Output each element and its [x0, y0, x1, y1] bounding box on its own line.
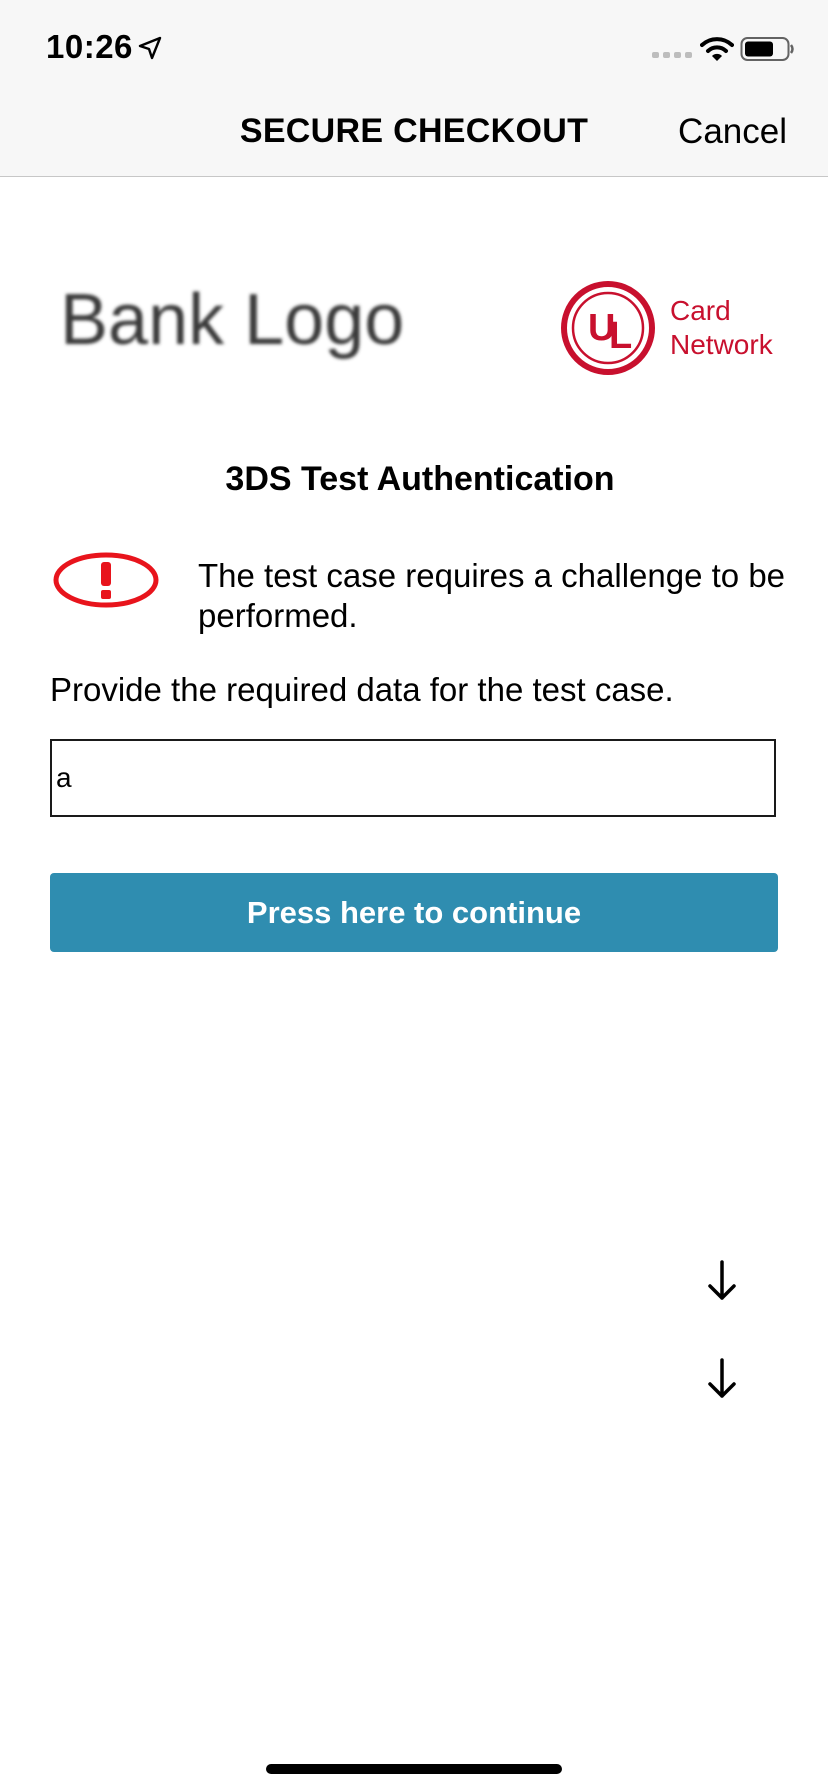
continue-button[interactable]: Press here to continue	[50, 873, 778, 952]
exclamation-alert-icon	[53, 552, 159, 608]
bank-logo: Bank Logo	[60, 286, 404, 360]
battery-icon	[740, 37, 794, 61]
arrow-down-icon[interactable]	[706, 1260, 738, 1302]
wifi-icon	[700, 37, 734, 61]
svg-text:Bank Logo: Bank Logo	[60, 286, 404, 360]
card-network-logo: U L Card Network	[561, 281, 774, 375]
cancel-button[interactable]: Cancel	[678, 112, 787, 152]
home-indicator[interactable]	[266, 1764, 562, 1774]
svg-text:Network: Network	[670, 329, 774, 360]
navigation-bar: SECURE CHECKOUT Cancel	[0, 90, 828, 177]
location-arrow-icon	[138, 36, 162, 60]
arrow-down-icon[interactable]	[706, 1358, 738, 1400]
status-time: 10:26	[46, 28, 133, 65]
svg-text:L: L	[609, 315, 632, 357]
challenge-info-text: The test case requires a challenge to be…	[198, 557, 786, 634]
svg-text:Card: Card	[670, 295, 731, 326]
signal-icon	[652, 52, 692, 58]
status-bar: 10:26	[0, 0, 828, 90]
challenge-data-input[interactable]	[50, 739, 776, 817]
instruction-text: Provide the required data for the test c…	[50, 671, 674, 708]
page-title: 3DS Test Authentication	[225, 460, 615, 498]
